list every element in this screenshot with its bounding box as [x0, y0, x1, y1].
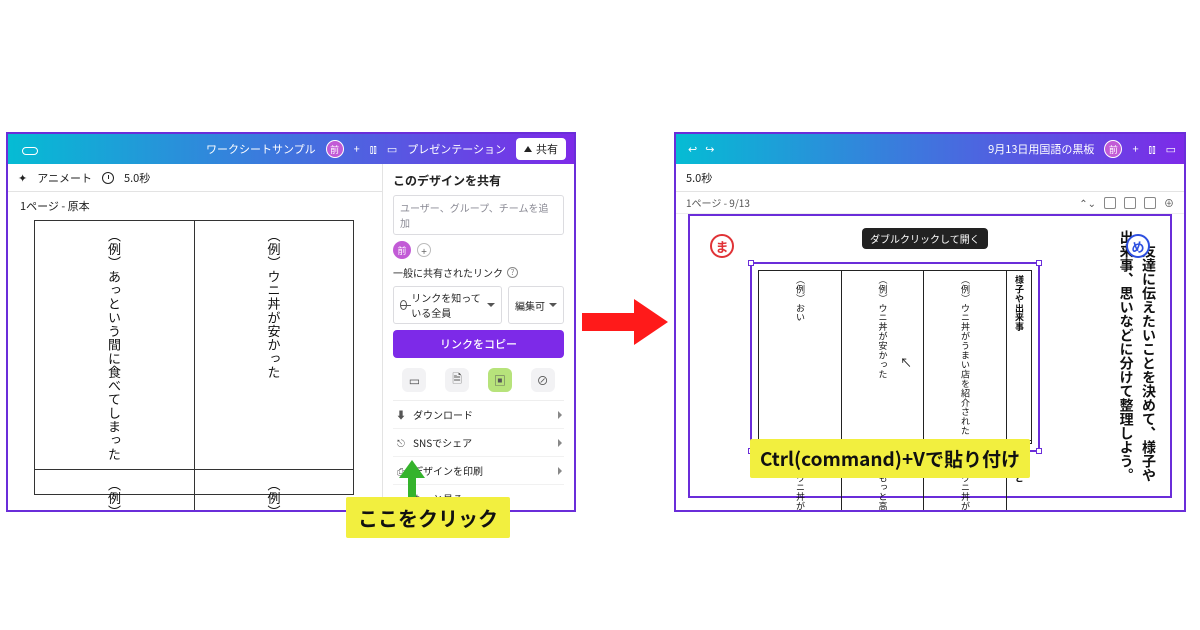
embedded-worksheet[interactable]: （例）おい （例）ウニ丼が安かった （例）ウニ丼がうまい店を紹介された 様子や出…	[750, 262, 1040, 452]
page-toolbar: 1ページ - 9/13 ⌃⌄ ⊕	[676, 192, 1184, 214]
cloud-icon	[20, 143, 38, 155]
resize-handle[interactable]	[1036, 448, 1042, 454]
plus-icon[interactable]: +	[354, 141, 360, 157]
share-icon: ⎋	[395, 435, 407, 450]
doc-title: 9月13日用国語の黒板	[988, 141, 1094, 157]
topbar: ↩↪ 9月13日用国語の黒板 前 + ⫾⫾ ▭	[676, 134, 1184, 164]
add-page-icon[interactable]: ⊕	[1164, 195, 1174, 210]
ws-cell-content: （例）あっという間に食べてしまった	[103, 229, 126, 461]
menu-sns-share[interactable]: ⎋SNSでシェア	[393, 429, 564, 457]
animate-label[interactable]: アニメート	[37, 170, 92, 186]
present-icon[interactable]: ▭	[402, 368, 426, 392]
duration-label[interactable]: 5.0秒	[686, 170, 712, 186]
chart-icon[interactable]: ⫾⫾	[1149, 141, 1156, 157]
copy-link-button[interactable]: リンクをコピー	[393, 330, 564, 358]
duration-label[interactable]: 5.0秒	[124, 170, 150, 186]
download-icon: ⬇	[395, 407, 407, 422]
chevron-right-icon	[558, 439, 562, 447]
canvas-page: め ま 友達に伝えたいことを決めて、様子や出来事、思いなどに分けて整理しよう。 …	[698, 224, 1162, 488]
resize-handle[interactable]	[1036, 260, 1042, 266]
tooltip: ダブルクリックして開く	[862, 228, 988, 249]
avatar[interactable]: 前	[326, 140, 344, 158]
view-icon[interactable]: 🗎	[445, 368, 469, 392]
ws-cell-content: （例）ウニ丼が安かった	[262, 229, 285, 461]
access-scope-select[interactable]: リンクを知っている全員	[393, 286, 502, 324]
emb-cell: （例）ウニ丼がうまい店を紹介された	[958, 275, 972, 436]
trash-icon[interactable]	[1144, 197, 1156, 209]
main-instruction-text: 友達に伝えたいことを決めて、様子や出来事、思いなどに分けて整理しよう。	[1113, 224, 1162, 488]
chevron-down-icon	[487, 303, 495, 307]
add-people-input[interactable]: ユーザー、グループ、チームを追加	[393, 195, 564, 235]
public-link-label: 一般に共有されたリンク	[393, 265, 503, 280]
chevron-right-icon	[558, 467, 562, 475]
green-arrow-annotation	[399, 460, 425, 498]
emb-cell: （例）おい	[793, 275, 807, 436]
topbar: ワークシートサンプル 前 + ⫾⫾ ▭ プレゼンテーション 共有	[8, 134, 574, 164]
right-window: ↩↪ 9月13日用国語の黒板 前 + ⫾⫾ ▭ 5.0秒 1ページ - 9/13…	[674, 132, 1186, 512]
present-icon[interactable]: ▭	[1166, 141, 1176, 157]
menu-download[interactable]: ⬇ダウンロード	[393, 401, 564, 429]
share-panel: このデザインを共有 ユーザー、グループ、チームを追加 前 + 一般に共有されたリ…	[382, 164, 574, 510]
chart-icon[interactable]: ⫾⫾	[370, 141, 377, 157]
help-icon[interactable]: ?	[507, 267, 518, 278]
flow-arrow	[582, 132, 668, 512]
avatar[interactable]: 前	[1104, 140, 1122, 158]
add-member-button[interactable]: +	[417, 243, 431, 257]
animate-icon[interactable]: ✦	[18, 170, 27, 186]
emb-cell: （例）ウニ丼が安かった	[875, 275, 889, 436]
callout-paste: Ctrl(command)+Vで貼り付け	[750, 439, 1030, 478]
plus-icon[interactable]: +	[1132, 141, 1138, 157]
badge-me: め	[1126, 234, 1150, 258]
lock-icon[interactable]	[1104, 197, 1116, 209]
emb-header: 様子や出来事	[1012, 275, 1026, 436]
chevron-right-icon	[558, 411, 562, 419]
presentation-btn[interactable]: プレゼンテーション	[407, 141, 506, 157]
present-icon[interactable]: ▭	[387, 141, 397, 157]
upload-icon	[524, 146, 532, 152]
subbar: 5.0秒	[676, 164, 1184, 192]
copy-icon[interactable]	[1124, 197, 1136, 209]
left-window: ワークシートサンプル 前 + ⫾⫾ ▭ プレゼンテーション 共有 ✦ アニメート…	[6, 132, 576, 512]
badge-ma: ま	[710, 234, 734, 258]
ws-cell-content: （例）また行きたいと思った	[103, 478, 126, 512]
ws-cell-content: （例）もっと高いと思ってドキドキしていた	[262, 478, 285, 512]
undo-icon[interactable]: ↩↪	[688, 141, 714, 157]
globe-icon	[400, 300, 407, 310]
link-icon[interactable]: ⊘	[531, 368, 555, 392]
canvas[interactable]: め ま 友達に伝えたいことを決めて、様子や出来事、思いなどに分けて整理しよう。 …	[688, 214, 1172, 498]
worksheet-grid: （例）あっという間に食べてしまった （例）ウニ丼が安かった （例）また行きたいと…	[34, 220, 354, 495]
page-label: 1ページ - 9/13	[686, 195, 750, 210]
panel-title: このデザインを共有	[393, 172, 564, 189]
site-icon[interactable]: ▣	[488, 368, 512, 392]
permission-select[interactable]: 編集可	[508, 286, 564, 324]
avatar-small[interactable]: 前	[393, 241, 411, 259]
doc-title: ワークシートサンプル	[206, 141, 316, 157]
collapse-icon[interactable]: ⌃⌄	[1079, 195, 1096, 210]
cursor-icon: ↖	[900, 354, 912, 371]
chevron-down-icon	[549, 303, 557, 307]
resize-handle[interactable]	[748, 260, 754, 266]
clock-icon	[102, 172, 114, 184]
share-button[interactable]: 共有	[516, 138, 566, 160]
callout-click-here: ここをクリック	[346, 497, 510, 538]
